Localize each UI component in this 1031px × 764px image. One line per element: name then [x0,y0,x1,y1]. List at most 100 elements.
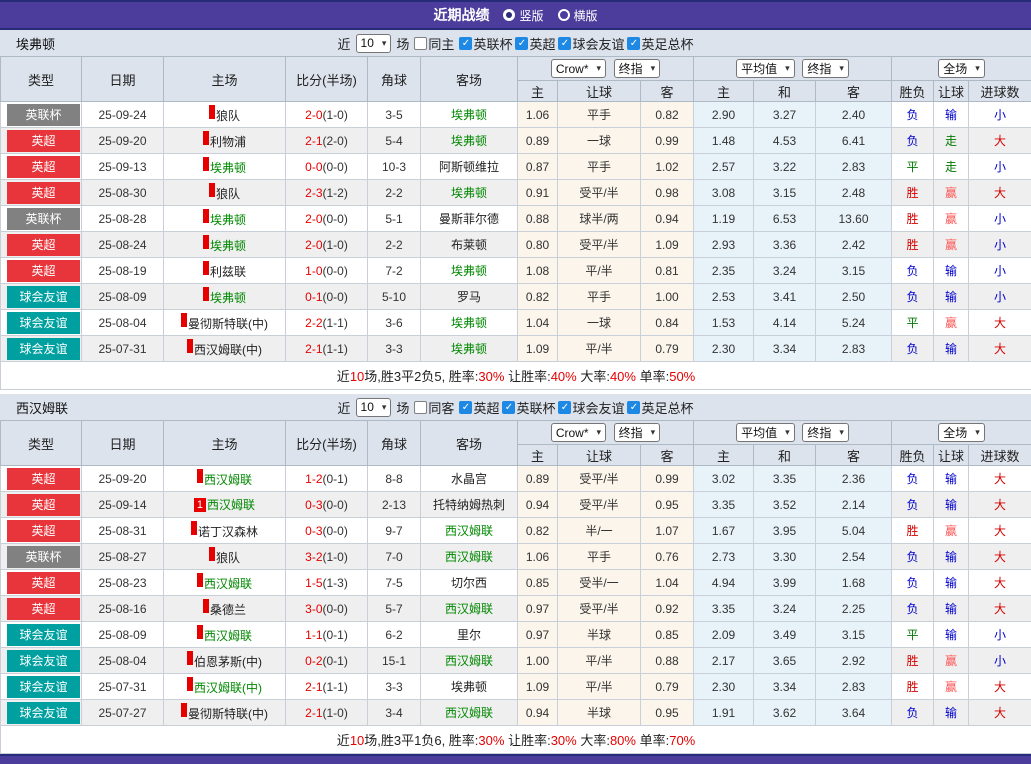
avg-home-odds: 2.35 [694,258,754,284]
outcome-result: 胜 [892,648,934,674]
same-venue-filter[interactable]: 同主 [414,34,454,53]
red-card-badge [203,209,209,223]
full-time-score: 0-1 [305,290,322,304]
avg-stage-select[interactable]: 终指▾ [802,423,849,442]
match-row: 英超 25-08-31 诺丁汉森林 0-3(0-0) 9-7 西汉姆联 0.82… [1,518,1031,544]
full-time-score: 2-1 [305,342,322,356]
league-checkbox[interactable]: ✓ [515,37,528,50]
match-date: 25-07-31 [82,674,164,700]
crow-home-odds: 1.06 [518,544,558,570]
same-venue-checkbox[interactable] [414,401,427,414]
league-checkbox[interactable]: ✓ [558,401,571,414]
same-venue-label: 同客 [428,398,454,417]
match-count-select[interactable]: 10▾ [356,398,392,417]
league-checkbox[interactable]: ✓ [459,401,472,414]
layout-radio-horizontal-wrap[interactable]: 横版 [558,7,598,24]
goals-result: 小 [969,232,1031,258]
crow-home-odds: 0.89 [518,466,558,492]
red-card-badge [187,677,193,691]
scope-select-cell: 全场▾ [892,57,1031,81]
col-header-avg-home: 主 [694,81,754,102]
league-checkbox[interactable]: ✓ [558,37,571,50]
league-checkbox[interactable]: ✓ [502,401,515,414]
results-table: 类型 日期 主场 比分(半场) 角球 客场 Crow*▾ 终指▾ 平均值▾ 终指… [0,420,1031,754]
avg-draw-odds: 3.24 [754,596,816,622]
scope-select[interactable]: 全场▾ [938,423,985,442]
outcome-result: 负 [892,128,934,154]
handicap-result: 赢 [934,232,969,258]
avg-home-odds: 2.53 [694,284,754,310]
handicap-result: 输 [934,258,969,284]
avg-select-cell: 平均值▾ 终指▾ [694,57,892,81]
layout-radio-vertical-label: 竖版 [519,7,543,24]
handicap-result: 输 [934,544,969,570]
league-filter[interactable]: ✓英超 [459,398,499,417]
crow-away-odds: 1.00 [641,284,694,310]
league-badge: 英超 [7,234,80,256]
odds-source-select[interactable]: Crow*▾ [551,59,606,78]
avg-stage-select[interactable]: 终指▾ [802,59,849,78]
match-row: 英超 25-08-23 西汉姆联 1-5(1-3) 7-5 切尔西 0.85 受… [1,570,1031,596]
league-filter[interactable]: ✓球会友谊 [558,398,624,417]
team-name: 埃弗顿 [16,34,55,53]
avg-source-select[interactable]: 平均值▾ [736,59,795,78]
match-date: 25-08-30 [82,180,164,206]
scope-select[interactable]: 全场▾ [938,59,985,78]
goals-result: 小 [969,258,1031,284]
section-controls: 西汉姆联 近 10▾ 场 同客 ✓英超✓英联杯✓球会友谊✓英足总杯 [0,394,1031,420]
avg-away-odds: 2.50 [816,284,892,310]
layout-radio-vertical[interactable] [503,9,515,21]
home-team: 西汉姆联(中) [194,343,262,357]
full-time-score: 3-0 [305,602,322,616]
avg-source-select[interactable]: 平均值▾ [736,423,795,442]
goals-result: 小 [969,206,1031,232]
league-checkbox[interactable]: ✓ [627,401,640,414]
outcome-result: 胜 [892,674,934,700]
full-time-score: 2-2 [305,316,322,330]
league-filter[interactable]: ✓英联杯 [502,398,555,417]
avg-home-odds: 3.35 [694,596,754,622]
col-header-draw: 和 [754,445,816,466]
match-count-select[interactable]: 10▾ [356,34,392,53]
away-team: 托特纳姆热刺 [433,498,505,512]
home-team: 桑德兰 [210,603,246,617]
league-checkbox-label: 英超 [529,34,555,53]
avg-draw-odds: 3.95 [754,518,816,544]
home-team: 埃弗顿 [210,161,246,175]
corner-count: 5-1 [368,206,421,232]
league-checkbox-label: 球会友谊 [572,398,624,417]
league-checkbox[interactable]: ✓ [459,37,472,50]
layout-radio-horizontal[interactable] [558,9,570,21]
handicap-line: 平手 [558,544,641,570]
league-filter[interactable]: ✓英超 [515,34,555,53]
chevron-down-icon: ▾ [785,427,790,438]
away-team: 西汉姆联 [445,706,493,720]
home-team: 狼队 [216,109,240,123]
handicap-result: 输 [934,596,969,622]
goals-result: 大 [969,128,1031,154]
league-filter[interactable]: ✓英联杯 [459,34,512,53]
league-filter[interactable]: ✓球会友谊 [558,34,624,53]
near-label: 近 [338,34,351,53]
league-filter[interactable]: ✓英足总杯 [627,34,693,53]
league-filter[interactable]: ✓英足总杯 [627,398,693,417]
handicap-result: 输 [934,700,969,726]
chevron-down-icon: ▾ [382,38,387,49]
home-team: 西汉姆联(中) [194,681,262,695]
chevron-down-icon: ▾ [382,402,387,413]
crow-away-odds: 0.95 [641,492,694,518]
goals-result: 大 [969,310,1031,336]
half-time-score: (0-0) [323,524,348,538]
odds-stage-select[interactable]: 终指▾ [614,59,661,78]
league-checkbox[interactable]: ✓ [627,37,640,50]
same-venue-checkbox[interactable] [414,37,427,50]
odds-source-select[interactable]: Crow*▾ [551,423,606,442]
avg-away-odds: 2.54 [816,544,892,570]
odds-stage-select[interactable]: 终指▾ [614,423,661,442]
handicap-result: 输 [934,284,969,310]
same-venue-filter[interactable]: 同客 [414,398,454,417]
avg-away-odds: 2.83 [816,336,892,362]
layout-radio-vertical-wrap[interactable]: 竖版 [503,7,543,24]
crow-away-odds: 1.02 [641,154,694,180]
goals-result: 大 [969,570,1031,596]
